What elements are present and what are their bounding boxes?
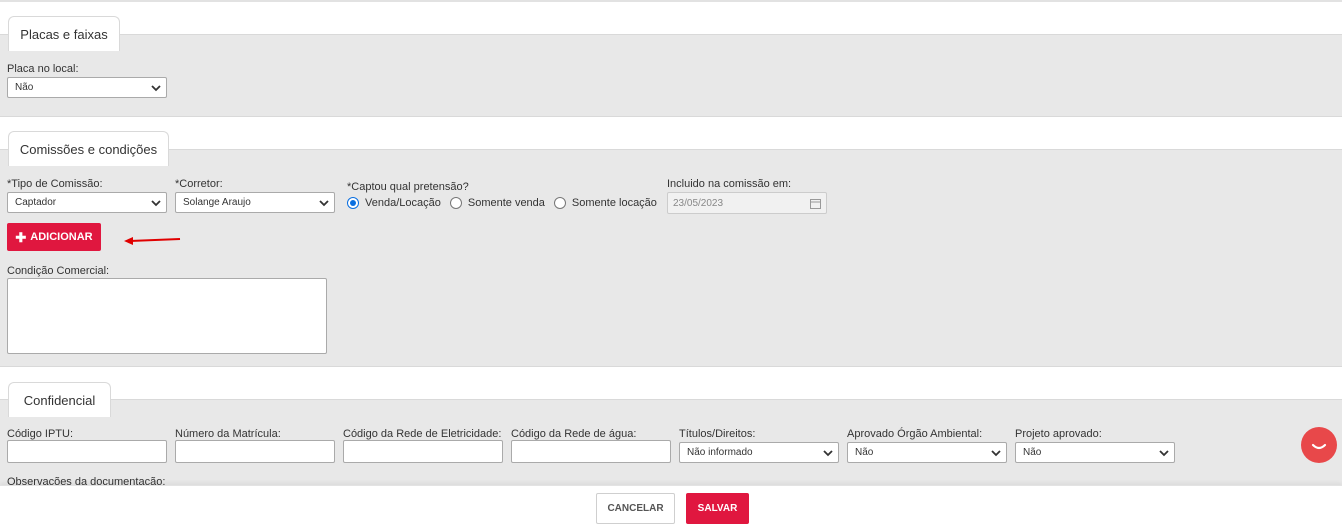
top-divider [0, 0, 1342, 2]
iptu-input[interactable] [7, 440, 167, 463]
projeto-value: Não [1023, 447, 1042, 458]
radio-label: Somente locação [571, 197, 657, 209]
radio-venda-locacao[interactable]: Venda/Locação [347, 197, 441, 209]
ambiental-label: Aprovado Órgão Ambiental: [847, 428, 983, 440]
agua-label: Código da Rede de água: [511, 428, 637, 440]
chevron-down-icon [151, 200, 161, 207]
condicao-comercial-textarea[interactable] [7, 278, 327, 354]
tab-label: Confidencial [23, 392, 96, 408]
pretensao-label: *Captou qual pretensão? [347, 181, 469, 193]
tab-placas-e-faixas[interactable]: Placas e faixas [8, 16, 120, 51]
chevron-down-icon [151, 85, 161, 92]
chevron-down-icon [1159, 450, 1169, 457]
eletricidade-label: Código da Rede de Eletricidade: [343, 428, 502, 440]
chat-bubble-icon [1311, 443, 1327, 450]
radio-dot[interactable] [347, 197, 359, 209]
tipo-comissao-value: Captador [15, 197, 57, 208]
radio-somente-locacao[interactable]: Somente locação [553, 197, 657, 209]
ambiental-select[interactable]: Não [847, 442, 1007, 463]
chevron-down-icon [991, 450, 1001, 457]
projeto-select[interactable]: Não [1015, 442, 1175, 463]
radio-somente-venda[interactable]: Somente venda [449, 197, 545, 209]
radio-label: Venda/Locação [365, 197, 441, 209]
eletricidade-input[interactable] [343, 440, 503, 463]
placa-select[interactable]: Não [7, 77, 167, 98]
titulos-select[interactable]: Não informado [679, 442, 839, 463]
section-placas-e-faixas [0, 34, 1342, 117]
adicionar-label: ADICIONAR [30, 231, 93, 243]
iptu-label: Código IPTU: [7, 428, 74, 440]
ambiental-value: Não [855, 447, 874, 458]
tab-comissoes-e-condicoes[interactable]: Comissões e condições [8, 131, 169, 166]
matricula-input[interactable] [175, 440, 335, 463]
projeto-label: Projeto aprovado: [1015, 428, 1102, 440]
cancel-button[interactable]: CANCELAR [596, 493, 675, 524]
pretensao-radio-group: Venda/Locação Somente venda Somente loca… [347, 197, 666, 209]
titulos-value: Não informado [687, 447, 753, 458]
chevron-down-icon [823, 450, 833, 457]
calendar-icon[interactable] [810, 198, 821, 209]
titulos-label: Títulos/Direitos: [679, 428, 756, 440]
matricula-label: Número da Matrícula: [175, 428, 281, 440]
tipo-comissao-label: *Tipo de Comissão: [7, 178, 103, 190]
arrow-left-icon [124, 237, 181, 245]
chat-widget-button[interactable] [1301, 427, 1337, 463]
plus-icon: ✚ [15, 229, 27, 245]
save-button[interactable]: SALVAR [686, 493, 749, 524]
corretor-label: *Corretor: [175, 178, 223, 190]
chevron-down-icon [319, 200, 329, 207]
incluido-date-value: 23/05/2023 [673, 197, 724, 209]
placa-label: Placa no local: [7, 63, 79, 75]
footer-bar: CANCELAR SALVAR [0, 485, 1342, 530]
tab-label: Placas e faixas [20, 26, 108, 42]
adicionar-button[interactable]: ✚ ADICIONAR [7, 223, 101, 251]
radio-dot[interactable] [449, 197, 462, 209]
incluido-date-field[interactable]: 23/05/2023 [667, 192, 827, 214]
tab-label: Comissões e condições [19, 141, 158, 157]
corretor-value: Solange Araujo [183, 197, 251, 208]
tipo-comissao-select[interactable]: Captador [7, 192, 167, 213]
radio-dot[interactable] [553, 197, 566, 209]
radio-label: Somente venda [467, 197, 545, 209]
tab-confidencial[interactable]: Confidencial [8, 382, 111, 417]
condicao-label: Condição Comercial: [7, 265, 110, 277]
placa-select-value: Não [15, 82, 34, 93]
corretor-select[interactable]: Solange Araujo [175, 192, 335, 213]
incluido-label: Incluido na comissão em: [667, 178, 792, 190]
agua-input[interactable] [511, 440, 671, 463]
